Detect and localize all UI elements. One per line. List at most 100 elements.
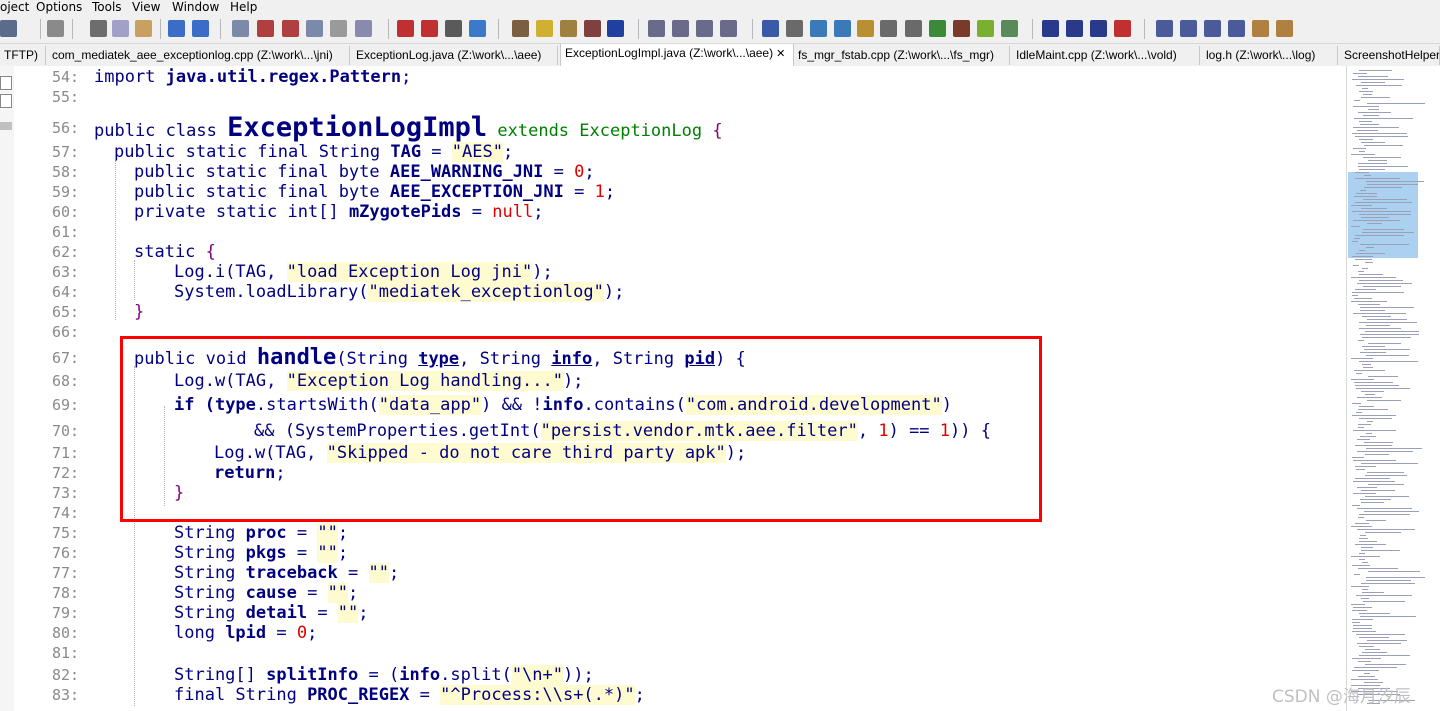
- bookmark-next-icon[interactable]: [421, 20, 438, 37]
- minimap-line: [1366, 520, 1386, 521]
- toggle-b-icon[interactable]: [1180, 20, 1197, 37]
- relation-icon[interactable]: [607, 20, 624, 37]
- jump-up-icon[interactable]: [257, 20, 274, 37]
- tab-idlemaint[interactable]: IdleMaint.cpp (Z:\work\...\vold): [1012, 46, 1200, 65]
- context-icon[interactable]: [536, 20, 553, 37]
- print-icon[interactable]: [47, 20, 64, 37]
- minimap-line: [1363, 94, 1372, 95]
- minimap-line: [1363, 157, 1401, 158]
- tab-tftp[interactable]: TFTP): [0, 46, 46, 65]
- expand-icon[interactable]: [1042, 20, 1059, 37]
- copy-icon[interactable]: [112, 20, 129, 37]
- minimap-line: [1367, 184, 1418, 185]
- find-icon[interactable]: [232, 20, 249, 37]
- tab-com-mediatek-aee[interactable]: com_mediatek_aee_exceptionlog.cpp (Z:\wo…: [48, 46, 350, 65]
- minimap-line: [1359, 406, 1374, 407]
- minimap-line: [1362, 346, 1385, 347]
- paste-icon[interactable]: [135, 20, 152, 37]
- code-token: public class: [94, 121, 228, 141]
- minimap-line: [1368, 376, 1398, 377]
- code-minimap[interactable]: [1346, 66, 1440, 711]
- window-split-icon[interactable]: [672, 20, 689, 37]
- line-number: 60:: [52, 203, 80, 221]
- line-number: 83:: [52, 686, 80, 704]
- undo-icon[interactable]: [168, 20, 185, 37]
- go-icon[interactable]: [469, 20, 486, 37]
- close-all-icon[interactable]: [1114, 20, 1131, 37]
- minimap-line: [1363, 115, 1379, 116]
- tab-log-h[interactable]: log.h (Z:\work\...\log): [1202, 46, 1338, 65]
- relation-window-icon[interactable]: [905, 20, 922, 37]
- close-tab-icon[interactable]: ✕: [776, 48, 785, 60]
- minimap-line: [1354, 238, 1360, 239]
- collapse-icon[interactable]: [1090, 20, 1107, 37]
- menu-view[interactable]: View: [132, 0, 160, 15]
- indent-guide: [134, 260, 135, 300]
- minimap-line: [1360, 190, 1366, 191]
- book-icon[interactable]: [560, 20, 577, 37]
- minimap-line: [1364, 175, 1371, 176]
- cut-icon[interactable]: [90, 20, 107, 37]
- window-cascade-icon[interactable]: [720, 20, 737, 37]
- window-horizontal-icon[interactable]: [696, 20, 713, 37]
- function-icon[interactable]: [584, 20, 601, 37]
- minimap-line: [1359, 418, 1392, 419]
- toggle-f-icon[interactable]: [1276, 20, 1293, 37]
- arrows-icon[interactable]: [977, 20, 994, 37]
- expand-all-icon[interactable]: [1066, 20, 1083, 37]
- tab-exceptionlog[interactable]: ExceptionLog.java (Z:\work\...\aee): [352, 46, 558, 65]
- help-icon[interactable]: [880, 20, 897, 37]
- jump-down-icon[interactable]: [282, 20, 299, 37]
- minimap-line: [1353, 607, 1372, 608]
- bookmark-prev-icon[interactable]: [397, 20, 414, 37]
- code-token: ;: [634, 685, 645, 705]
- panel-box-icon[interactable]: [0, 76, 12, 90]
- browse-icon[interactable]: [512, 20, 529, 37]
- menu-window[interactable]: Window: [172, 0, 219, 15]
- bird-icon[interactable]: [953, 20, 970, 37]
- minimap-line: [1353, 625, 1372, 626]
- menu-options[interactable]: Options: [36, 0, 82, 15]
- code-token: String: [174, 563, 246, 583]
- indent-icon[interactable]: [445, 20, 462, 37]
- tab-screenshothelper[interactable]: ScreenshotHelper: [1340, 46, 1440, 65]
- minimap-line: [1359, 361, 1418, 362]
- class-name: ExceptionLogImpl: [227, 112, 488, 143]
- sync-icon[interactable]: [834, 20, 851, 37]
- list-icon[interactable]: [1001, 20, 1018, 37]
- save-icon[interactable]: [0, 20, 17, 37]
- minimap-line: [1363, 601, 1405, 602]
- window-tile-icon[interactable]: [648, 20, 665, 37]
- minimap-line: [1359, 514, 1410, 515]
- redo-icon[interactable]: [192, 20, 209, 37]
- tab-exceptionlogimpl[interactable]: ExceptionLogImpl.java (Z:\work\...\aee) ✕: [560, 44, 794, 67]
- find-files-icon[interactable]: [306, 20, 323, 37]
- menu-tools[interactable]: Tools: [92, 0, 122, 15]
- minimap-line: [1356, 253, 1385, 254]
- code-token: final String: [174, 685, 308, 705]
- toggle-d-icon[interactable]: [1228, 20, 1245, 37]
- minimap-line: [1351, 301, 1387, 302]
- toggle-a-icon[interactable]: [1156, 20, 1173, 37]
- code-token: static: [134, 242, 206, 262]
- symbol-icon[interactable]: [355, 20, 372, 37]
- panel-box-icon[interactable]: [0, 94, 12, 108]
- add-file-icon[interactable]: [857, 20, 874, 37]
- browse-project-icon[interactable]: [786, 20, 803, 37]
- minimap-line: [1364, 349, 1410, 350]
- code-token: ));: [563, 665, 594, 685]
- line-number: 81:: [52, 644, 80, 662]
- project-icon[interactable]: [762, 20, 779, 37]
- menu-help[interactable]: Help: [230, 0, 257, 15]
- toggle-c-icon[interactable]: [1204, 20, 1221, 37]
- symbol-window-icon[interactable]: [810, 20, 827, 37]
- tab-fs-mgr-fstab[interactable]: fs_mgr_fstab.cpp (Z:\work\...\fs_mgr): [794, 46, 1010, 65]
- minimap-line: [1367, 640, 1407, 641]
- minimap-line: [1364, 145, 1403, 146]
- globe-icon[interactable]: [929, 20, 946, 37]
- project-panel-edge[interactable]: [0, 66, 15, 711]
- minimap-line: [1354, 667, 1397, 668]
- toggle-e-icon[interactable]: [1252, 20, 1269, 37]
- menu-project[interactable]: oject: [0, 0, 29, 15]
- replace-icon[interactable]: [330, 20, 347, 37]
